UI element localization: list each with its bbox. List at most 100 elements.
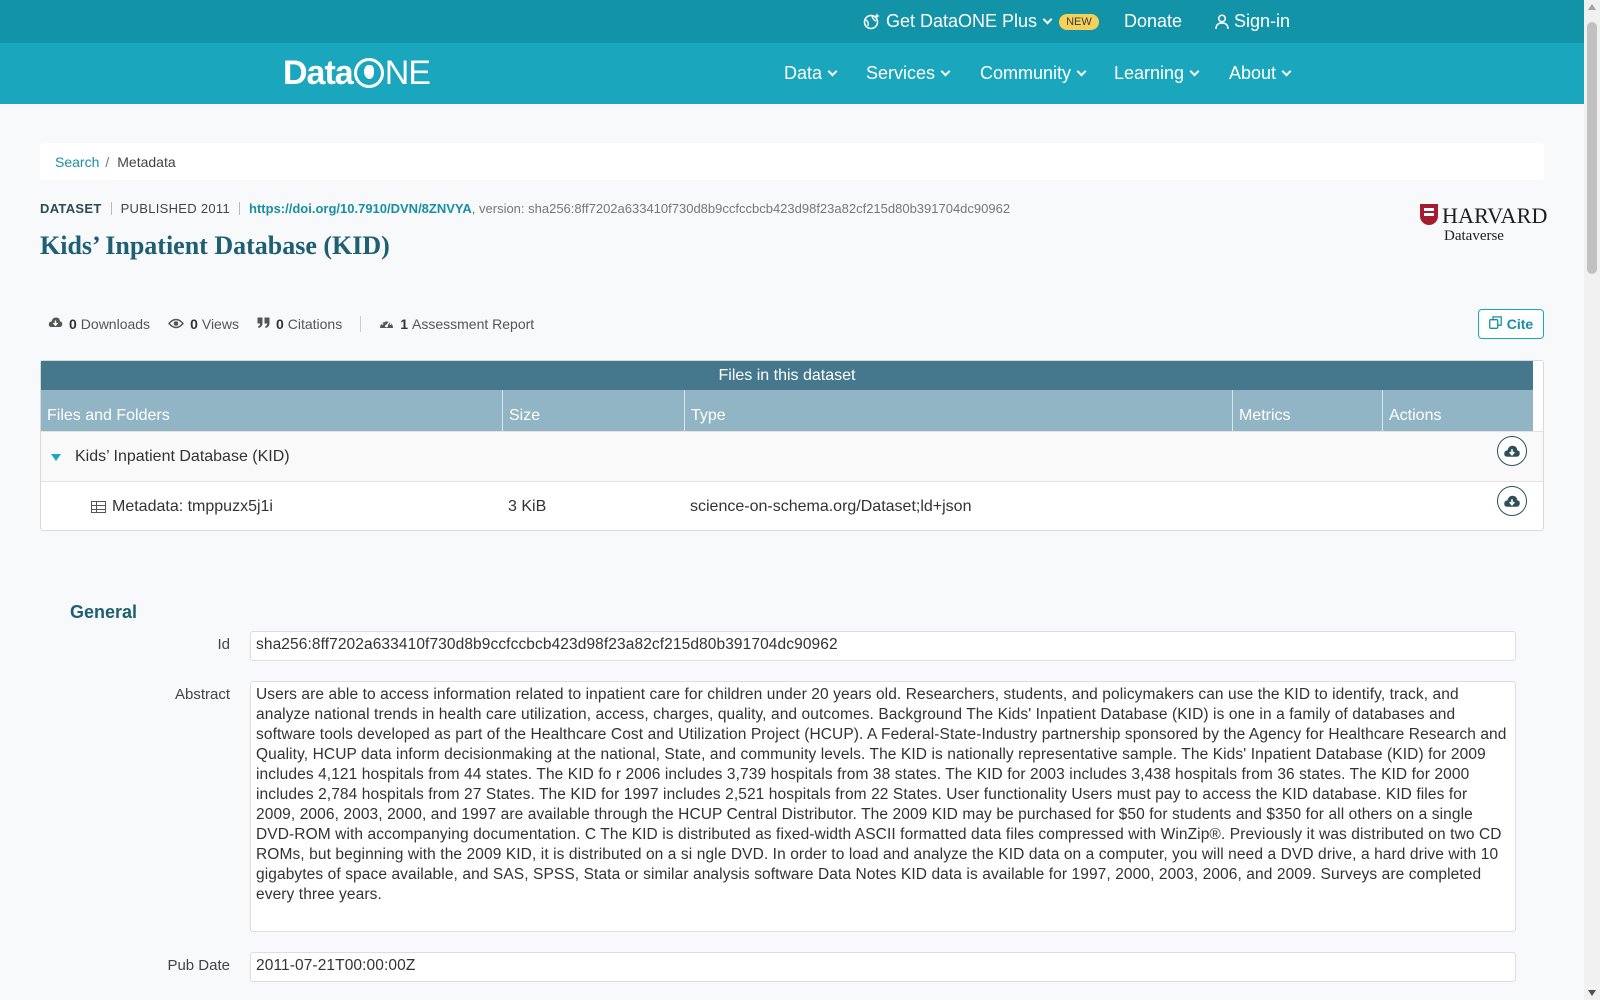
breadcrumb-separator: / (105, 153, 110, 170)
column-header-size[interactable]: Size (502, 390, 684, 431)
divider (360, 316, 362, 332)
downloads-count: 0 (69, 316, 77, 332)
nav-data[interactable]: Data (784, 43, 838, 104)
assessment-report-metric[interactable]: 1 Assessment Report (379, 316, 534, 332)
table-icon (91, 501, 106, 513)
user-icon (1215, 13, 1229, 30)
abstract-label: Abstract (174, 686, 230, 703)
download-folder-button[interactable] (1497, 436, 1527, 466)
breadcrumb: Search / Metadata (40, 143, 1544, 180)
globe-sparkle-icon (863, 13, 880, 30)
column-header-files[interactable]: Files and Folders (41, 390, 502, 431)
general-heading: General (70, 602, 138, 622)
copy-icon (1488, 316, 1502, 332)
get-dataone-plus-label: Get DataONE Plus (886, 11, 1038, 31)
main-navbar: Data NE Data Services Community Learning … (0, 43, 1584, 104)
scroll-up-arrow-icon[interactable] (1588, 4, 1596, 10)
folder-name: Kids’ Inpatient Database (KID) (75, 448, 290, 465)
breadcrumb-search-link[interactable]: Search (55, 154, 99, 170)
cite-label: Cite (1506, 316, 1534, 332)
dataset-type-label: DATASET (40, 200, 102, 216)
dataset-meta-line: DATASET PUBLISHED 2011 https://doi.org/1… (40, 199, 1010, 217)
table-row-file[interactable]: Metadata: tmppuzx5j1i 3 KiB science-on-s… (41, 481, 1543, 531)
globe-icon (353, 58, 384, 88)
column-header-type[interactable]: Type (684, 390, 1232, 431)
abstract-value[interactable]: Users are able to access information rel… (250, 681, 1516, 932)
assessment-count: 1 (400, 316, 409, 332)
donate-link[interactable]: Donate (1124, 0, 1182, 43)
repository-subname: Dataverse (1444, 228, 1504, 244)
page-scrollbar[interactable] (1584, 0, 1600, 1000)
file-name: Metadata: tmppuzx5j1i (112, 498, 273, 515)
chevron-down-icon (1189, 66, 1200, 76)
doi-link[interactable]: https://doi.org/10.7910/DVN/8ZNVYA (249, 201, 472, 216)
chevron-down-icon (1042, 14, 1053, 24)
citations-metric[interactable]: 0 Citations (257, 316, 342, 332)
chevron-down-icon (827, 66, 838, 76)
file-type: science-on-schema.org/Dataset;ld+json (690, 498, 972, 515)
new-badge: NEW (1059, 13, 1099, 30)
download-file-button[interactable] (1497, 486, 1527, 516)
harvard-dataverse-logo[interactable]: HARVARD Dataverse (1420, 203, 1548, 245)
id-label: Id (217, 636, 230, 653)
nav-community-label: Community (980, 63, 1072, 83)
id-value[interactable]: sha256:8ff7202a633410f730d8b9ccfccbcb423… (250, 631, 1516, 661)
page-title: Kids’ Inpatient Database (KID) (40, 231, 390, 260)
pub-date-label: Pub Date (167, 957, 230, 974)
published-label: PUBLISHED 2011 (120, 200, 231, 216)
citations-count: 0 (275, 316, 284, 332)
file-name-cell[interactable]: Metadata: tmppuzx5j1i (91, 482, 273, 532)
table-row-folder[interactable]: Kids’ Inpatient Database (KID) (41, 431, 1543, 481)
cite-button[interactable]: Cite (1478, 309, 1544, 339)
dataone-logo[interactable]: Data NE (283, 53, 431, 93)
dashboard-gauge-icon (379, 316, 394, 332)
divider (110, 201, 112, 215)
column-header-metrics[interactable]: Metrics (1232, 390, 1382, 431)
cloud-download-icon (1503, 494, 1521, 509)
nav-community[interactable]: Community (980, 43, 1087, 104)
folder-cell[interactable]: Kids’ Inpatient Database (KID) (51, 432, 290, 482)
logo-text-data: Data (283, 53, 354, 92)
eye-icon (168, 316, 184, 332)
files-table-caption: Files in this dataset (41, 361, 1533, 390)
chevron-down-icon (1076, 66, 1087, 76)
views-count: 0 (190, 316, 198, 332)
sign-in-link[interactable]: Sign-in (1215, 0, 1290, 43)
assessment-label: Assessment Report (412, 316, 535, 332)
views-label: Views (201, 316, 239, 332)
downloads-label: Downloads (80, 316, 151, 332)
file-size: 3 KiB (508, 498, 547, 515)
nav-services[interactable]: Services (866, 43, 951, 104)
scroll-down-arrow-icon[interactable] (1588, 990, 1596, 996)
nav-about-label: About (1229, 63, 1277, 83)
nav-services-label: Services (866, 63, 936, 83)
nav-learning-label: Learning (1114, 63, 1185, 83)
scroll-thumb[interactable] (1587, 22, 1597, 274)
nav-learning[interactable]: Learning (1114, 43, 1200, 104)
chevron-down-icon (1281, 66, 1292, 76)
expand-caret-icon[interactable] (51, 453, 61, 461)
nav-about[interactable]: About (1229, 43, 1292, 104)
repository-name: HARVARD (1442, 203, 1548, 228)
get-dataone-plus-menu[interactable]: Get DataONE Plus NEW (863, 0, 1099, 43)
sign-in-label: Sign-in (1234, 11, 1291, 31)
harvard-shield-icon (1420, 204, 1438, 225)
quote-icon (257, 316, 270, 332)
chevron-down-icon (940, 66, 951, 76)
files-table: Files in this dataset Files and Folders … (40, 360, 1544, 531)
metrics-row: 0 Downloads 0 Views 0 Citations 1 Assess… (48, 315, 552, 333)
divider (239, 201, 241, 215)
files-table-header: Files and Folders Size Type Metrics Acti… (41, 390, 1533, 431)
cloud-download-icon (1503, 444, 1521, 459)
breadcrumb-current: Metadata (117, 153, 176, 170)
nav-data-label: Data (784, 63, 823, 83)
logo-text-ne: NE (384, 53, 431, 92)
column-header-actions[interactable]: Actions (1382, 390, 1533, 431)
utility-bar: Get DataONE Plus NEW Donate Sign-in (0, 0, 1584, 43)
cloud-download-icon (48, 316, 63, 332)
downloads-metric[interactable]: 0 Downloads (48, 316, 150, 332)
pub-date-value[interactable]: 2011-07-21T00:00:00Z (250, 952, 1516, 982)
version-text: , version: sha256:8ff7202a633410f730d8b9… (471, 200, 1011, 216)
citations-label: Citations (287, 316, 343, 332)
views-metric[interactable]: 0 Views (168, 316, 239, 332)
